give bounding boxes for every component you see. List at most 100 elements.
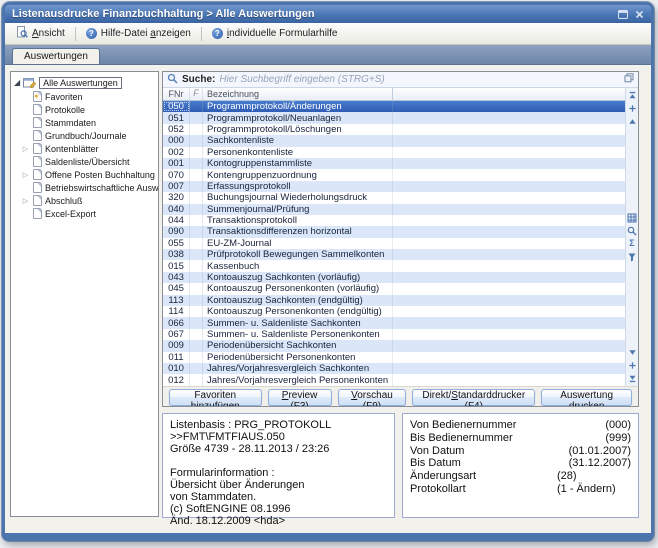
preview-button[interactable]: Preview (F3)	[268, 389, 332, 406]
column-header-bezeichnung[interactable]: Bezeichnung	[203, 88, 393, 100]
cell-fnr: 066	[163, 317, 190, 328]
vorschau-button[interactable]: Vorschau (F9)	[338, 389, 407, 406]
cell-fnr: 001	[163, 158, 190, 169]
table-row[interactable]: 050 Programmprotokoll/Änderungen	[163, 101, 625, 112]
cell-bezeichnung: Summen- u. Saldenliste Personenkonten	[203, 329, 393, 340]
cell-fnr: 070	[163, 169, 190, 180]
table-row[interactable]: 007 Erfassungsprotokoll	[163, 181, 625, 192]
cell-bezeichnung: Erfassungsprotokoll	[203, 181, 393, 192]
tree-item[interactable]: Protokolle	[11, 103, 158, 116]
table-row[interactable]: 052 Programmprotokoll/Löschungen	[163, 124, 625, 135]
scroll-top-icon[interactable]	[627, 90, 638, 101]
parameter-value: (999)	[557, 432, 631, 445]
sum-icon[interactable]: Σ	[627, 238, 638, 249]
column-header-f[interactable]: F	[190, 88, 203, 100]
table-row[interactable]: 045 Kontoauszug Personenkonten (vorläufi…	[163, 283, 625, 294]
table-row[interactable]: 320 Buchungsjournal Wiederholungsdruck	[163, 192, 625, 203]
close-icon[interactable]	[635, 10, 644, 19]
table-row[interactable]: 040 Summenjournal/Prüfung	[163, 204, 625, 215]
table-header: FNr F Bezeichnung	[163, 88, 625, 101]
table-row[interactable]: 114 Kontoauszug Personenkonten (endgülti…	[163, 306, 625, 317]
table-row[interactable]: 044 Transaktionsprotokoll	[163, 215, 625, 226]
info-line	[170, 455, 387, 467]
tree-item[interactable]: Saldenliste/Übersicht	[11, 155, 158, 168]
detach-window-icon[interactable]	[624, 73, 634, 86]
search-input[interactable]	[219, 74, 620, 85]
cell-fnr: 038	[163, 249, 190, 260]
expander-icon[interactable]: ▷	[21, 171, 30, 179]
document-icon	[33, 130, 42, 141]
expanded-arrow-icon[interactable]: ◢	[14, 79, 20, 87]
auswertung-drucken-button[interactable]: Auswertung drucken	[541, 389, 632, 406]
parameter-label: Bis Bedienernummer	[410, 432, 557, 445]
table-row[interactable]: 012 Jahres/Vorjahresvergleich Personenko…	[163, 374, 625, 385]
table-row[interactable]: 010 Jahres/Vorjahresvergleich Sachkonten	[163, 363, 625, 374]
scroll-bottom-icon[interactable]	[627, 373, 638, 384]
table-row[interactable]: 067 Summen- u. Saldenliste Personenkonte…	[163, 329, 625, 340]
formularhilfe-button[interactable]: ?individuelle Formularhilfe	[206, 26, 344, 41]
tree-item[interactable]: Excel-Export	[11, 207, 158, 220]
table-row[interactable]: 066 Summen- u. Saldenliste Sachkonten	[163, 317, 625, 328]
scroll-up-icon[interactable]	[627, 116, 638, 127]
expander-icon[interactable]: ▷	[21, 197, 30, 205]
cell-f	[190, 352, 203, 363]
crosshair-icon[interactable]	[627, 103, 638, 114]
tree-root[interactable]: ◢ Alle Auswertungen	[11, 76, 158, 90]
cell-fnr: 040	[163, 204, 190, 215]
tree-item[interactable]: Betriebswirtschaftliche Auswertungen	[11, 181, 158, 194]
cell-f	[190, 272, 203, 283]
cell-bezeichnung: Buchungsjournal Wiederholungsdruck	[203, 192, 393, 203]
cell-bezeichnung: Prüfprotokoll Bewegungen Sammelkonten	[203, 249, 393, 260]
table-row[interactable]: 002 Personenkontenliste	[163, 147, 625, 158]
tree-item[interactable]: ▷ Kontenblätter	[11, 142, 158, 155]
document-icon	[33, 117, 42, 128]
parameter-row: Bis Bedienernummer(999)	[410, 432, 631, 445]
tree-item[interactable]: ▷ Offene Posten Buchhaltung	[11, 168, 158, 181]
grid-view-icon[interactable]	[627, 212, 638, 223]
expander-icon[interactable]: ▷	[21, 145, 30, 153]
content-area: ◢ Alle Auswertungen ✶ Favoriten Protokol…	[5, 65, 651, 532]
cell-fnr: 002	[163, 147, 190, 158]
cell-bezeichnung: Sachkontenliste	[203, 135, 393, 146]
cell-bezeichnung: Jahres/Vorjahresvergleich Personenkonten	[203, 374, 393, 385]
table-row[interactable]: 001 Kontogruppenstammliste	[163, 158, 625, 169]
cell-fnr: 051	[163, 112, 190, 123]
hilfe-datei-button[interactable]: ?Hilfe-Datei anzeigen	[80, 26, 197, 41]
strip-top-group	[627, 90, 638, 127]
zoom-icon[interactable]	[627, 225, 638, 236]
tree-item-label: Protokolle	[45, 105, 85, 115]
cell-bezeichnung: Summenjournal/Prüfung	[203, 204, 393, 215]
table-row[interactable]: 015 Kassenbuch	[163, 260, 625, 271]
table-row[interactable]: 009 Periodenübersicht Sachkonten	[163, 340, 625, 351]
toolbar-item-label: Hilfe-Datei anzeigen	[101, 28, 191, 39]
table-row[interactable]: 070 Kontengruppenzuordnung	[163, 169, 625, 180]
info-line: Listenbasis : PRG_PROTOKOLL	[170, 419, 387, 431]
favoriten-hinzufuegen-button[interactable]: Favoriten hinzufügen	[169, 389, 262, 406]
document-icon	[33, 195, 42, 206]
direkt-standarddrucker-button[interactable]: Direkt/Standarddrucker (F4)	[412, 389, 535, 406]
ansicht-button[interactable]: Ansicht	[10, 24, 71, 43]
filter-icon[interactable]	[627, 251, 638, 262]
table-row[interactable]: 038 Prüfprotokoll Bewegungen Sammelkonte…	[163, 249, 625, 260]
table-row[interactable]: 113 Kontoauszug Sachkonten (endgültig)	[163, 295, 625, 306]
table-row[interactable]: 011 Periodenübersicht Personenkonten	[163, 352, 625, 363]
scroll-down-icon[interactable]	[627, 347, 638, 358]
tab-auswertungen[interactable]: Auswertungen	[12, 48, 100, 64]
column-header-fnr[interactable]: FNr	[163, 88, 190, 100]
cell-f	[190, 226, 203, 237]
crosshair-icon[interactable]	[627, 360, 638, 371]
tree-item[interactable]: ▷ Abschluß	[11, 194, 158, 207]
table-row[interactable]: 051 Programmprotokoll/Neuanlagen	[163, 112, 625, 123]
table-row[interactable]: 043 Kontoauszug Sachkonten (vorläufig)	[163, 272, 625, 283]
tree-item-label: Grundbuch/Journale	[45, 131, 127, 141]
tree-item[interactable]: Stammdaten	[11, 116, 158, 129]
tree-item[interactable]: Grundbuch/Journale	[11, 129, 158, 142]
document-icon	[33, 182, 42, 193]
table-row[interactable]: 000 Sachkontenliste	[163, 135, 625, 146]
tree-item[interactable]: ✶ Favoriten	[11, 90, 158, 103]
cell-bezeichnung: Periodenübersicht Sachkonten	[203, 340, 393, 351]
document-icon	[33, 156, 42, 167]
table-row[interactable]: 055 EU-ZM-Journal	[163, 238, 625, 249]
restore-icon[interactable]	[618, 10, 628, 19]
table-row[interactable]: 090 Transaktionsdifferenzen horizontal	[163, 226, 625, 237]
